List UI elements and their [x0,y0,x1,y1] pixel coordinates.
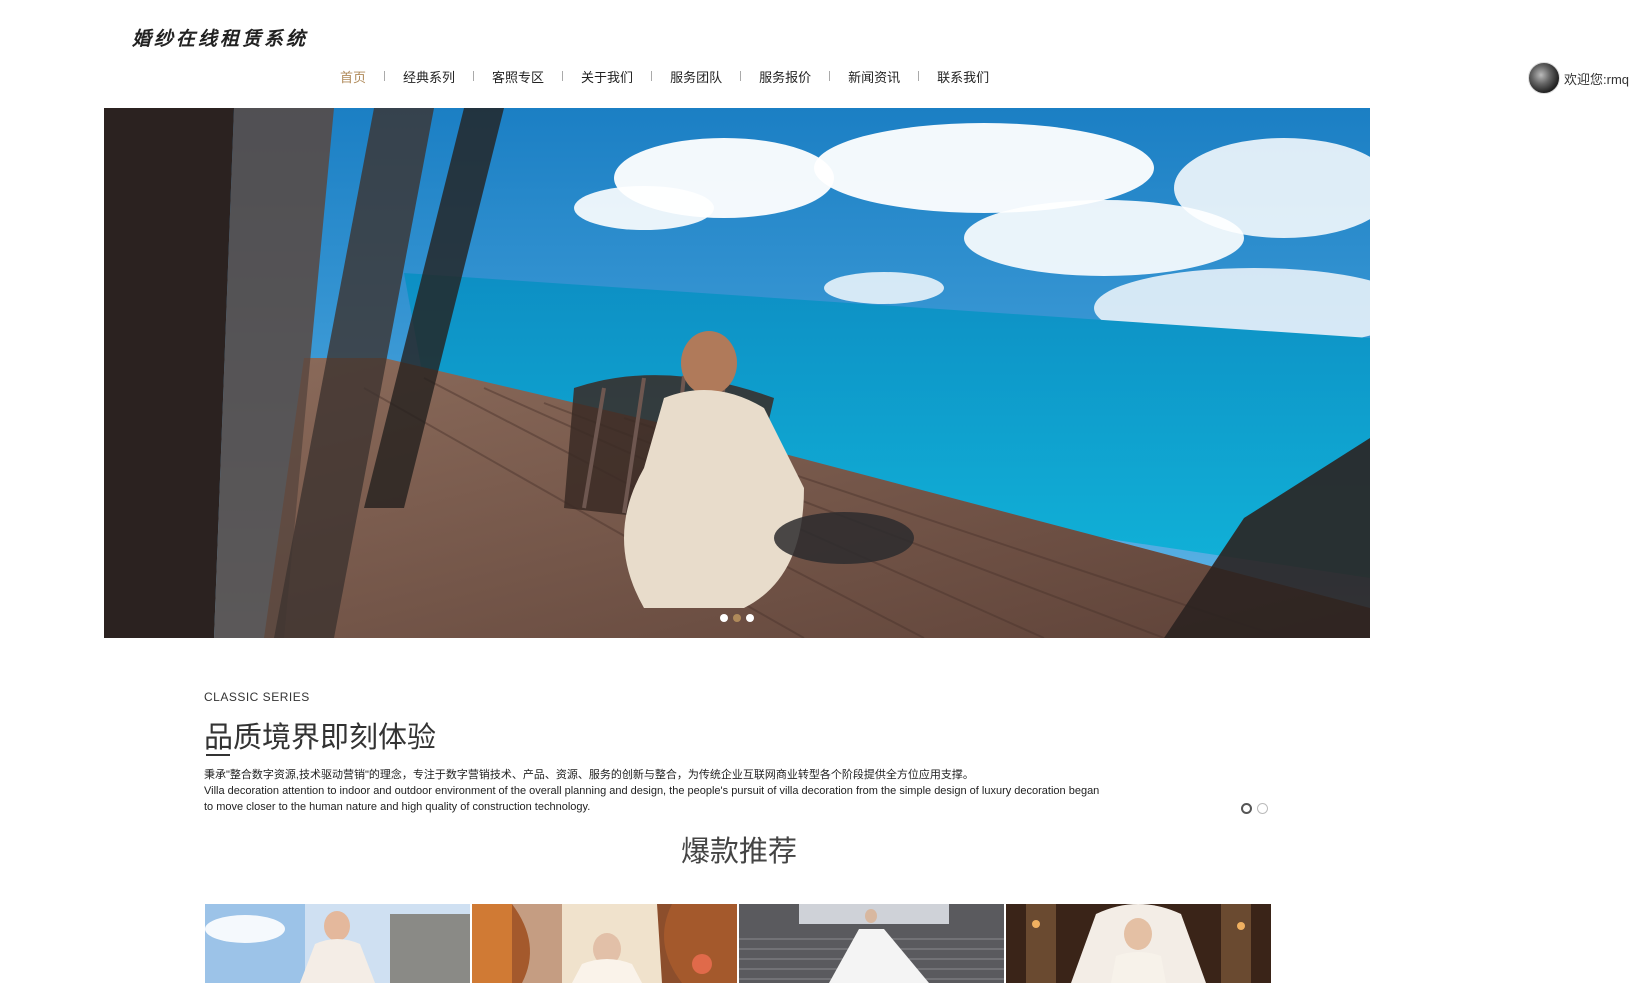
carousel-dot[interactable] [720,614,728,622]
avatar[interactable] [1528,62,1560,94]
description-chinese: 秉承"整合数字资源,技术驱动营销"的理念，专注于数字营销技术、产品、资源、服务的… [204,769,974,781]
hero-image [104,108,1370,638]
nav-item-customer-photos[interactable]: 客照专区 [492,67,544,86]
pager-dot-active[interactable] [1241,803,1252,814]
nav-divider [384,71,386,81]
main-nav: 首页 经典系列 客照专区 关于我们 服务团队 服务报价 新闻资讯 联系我们 [340,66,989,86]
section-pager [1241,803,1268,814]
nav-divider [651,71,653,81]
carousel-dot-active[interactable] [733,614,741,622]
nav-item-pricing[interactable]: 服务报价 [759,67,811,86]
nav-divider [473,71,475,81]
product-grid [205,904,1271,983]
product-image [739,904,1004,983]
description-english: Villa decoration attention to indoor and… [204,785,1100,813]
product-card[interactable] [739,904,1004,983]
nav-divider [918,71,920,81]
product-card[interactable] [472,904,737,983]
product-card[interactable] [205,904,470,983]
pager-dot[interactable] [1257,803,1268,814]
nav-item-classic[interactable]: 经典系列 [403,67,455,86]
nav-item-team[interactable]: 服务团队 [670,67,722,86]
user-greeting[interactable]: 欢迎您:rmq [1564,69,1629,88]
section-subtitle: CLASSIC SERIES [204,690,310,704]
carousel-dot[interactable] [746,614,754,622]
user-menu[interactable]: 欢迎您:rmq [1528,62,1629,94]
site-logo[interactable]: 婚纱在线租赁系统 [132,24,308,51]
nav-divider [829,71,831,81]
section-title: 品质境界即刻体验 [204,720,437,754]
carousel-indicators [104,614,1370,622]
nav-item-contact[interactable]: 联系我们 [937,67,989,86]
nav-divider [562,71,564,81]
nav-item-news[interactable]: 新闻资讯 [848,67,900,86]
product-image [1006,904,1271,983]
nav-item-home[interactable]: 首页 [340,67,366,86]
product-image [472,904,737,983]
product-card[interactable] [1006,904,1271,983]
hero-carousel[interactable] [104,108,1370,638]
nav-item-about[interactable]: 关于我们 [581,67,633,86]
nav-divider [740,71,742,81]
hot-section-title: 爆款推荐 [680,834,797,868]
section-description: 秉承"整合数字资源,技术驱动营销"的理念，专注于数字营销技术、产品、资源、服务的… [204,767,1104,815]
product-image [205,904,470,983]
title-underline [206,754,230,756]
